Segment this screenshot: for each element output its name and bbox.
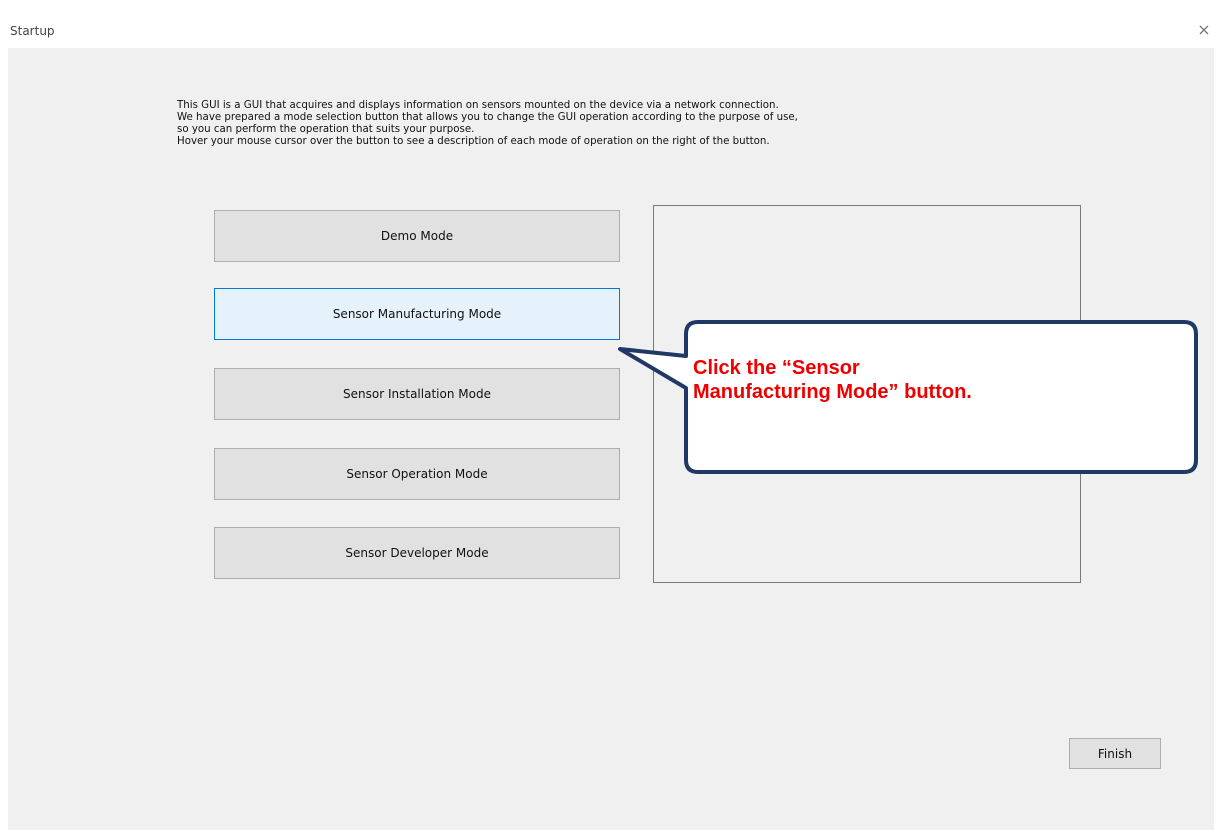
window-title: Startup: [10, 24, 55, 38]
intro-description: This GUI is a GUI that acquires and disp…: [177, 99, 1037, 147]
close-icon[interactable]: ×: [1194, 20, 1214, 40]
sensor-manufacturing-mode-button[interactable]: Sensor Manufacturing Mode: [214, 288, 620, 340]
demo-mode-button[interactable]: Demo Mode: [214, 210, 620, 262]
title-bar: Startup ×: [0, 0, 1222, 48]
sensor-installation-mode-button[interactable]: Sensor Installation Mode: [214, 368, 620, 420]
intro-line: Hover your mouse cursor over the button …: [177, 134, 770, 147]
sensor-operation-mode-button[interactable]: Sensor Operation Mode: [214, 448, 620, 500]
finish-button[interactable]: Finish: [1069, 738, 1161, 769]
callout-text: Click the “Sensor Manufacturing Mode” bu…: [693, 357, 972, 403]
sensor-developer-mode-button[interactable]: Sensor Developer Mode: [214, 527, 620, 579]
